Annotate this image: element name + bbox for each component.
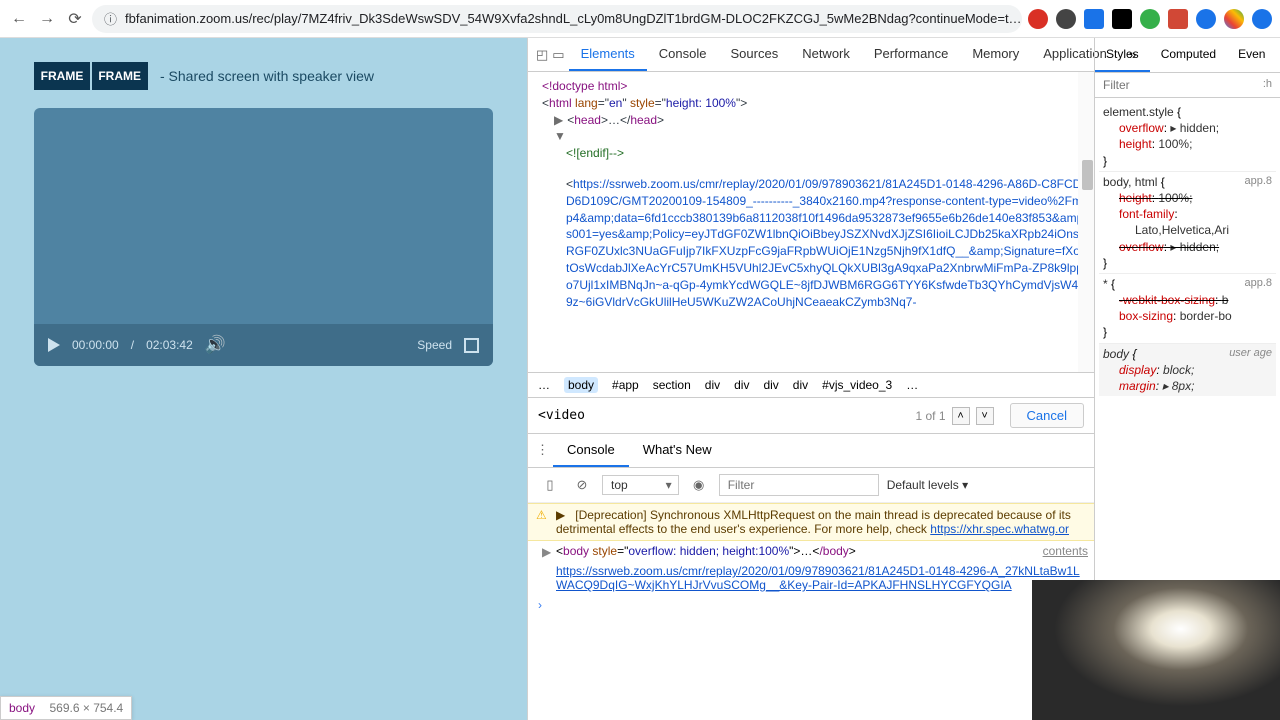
logo-part-1: FRAME <box>34 62 90 90</box>
expand-icon[interactable]: ▶ <box>556 508 565 522</box>
ext-icon-5[interactable] <box>1140 9 1160 29</box>
page-subtitle: - Shared screen with speaker view <box>160 68 374 84</box>
console-row: ▶<body style="overflow: hidden; height:1… <box>528 541 1094 561</box>
live-expr-icon[interactable]: ◉ <box>687 473 711 497</box>
url-bar[interactable]: ⓘ fbfanimation.zoom.us/rec/play/7MZ4friv… <box>92 5 1022 33</box>
tab-whatsnew[interactable]: What's New <box>629 434 726 467</box>
tab-performance[interactable]: Performance <box>862 38 960 71</box>
tab-console-drawer[interactable]: Console <box>553 434 629 467</box>
find-next-icon[interactable]: ˅ <box>976 407 994 425</box>
tab-network[interactable]: Network <box>790 38 862 71</box>
tab-sources[interactable]: Sources <box>719 38 791 71</box>
time-current: 00:00:00 <box>72 338 119 352</box>
ext-icon-6[interactable] <box>1168 9 1188 29</box>
speed-button[interactable]: Speed <box>417 338 452 352</box>
tab-elements[interactable]: Elements <box>569 38 647 71</box>
dom-video-url[interactable]: https://ssrweb.zoom.us/cmr/replay/2020/0… <box>566 177 1088 309</box>
tab-console[interactable]: Console <box>647 38 719 71</box>
hov-button[interactable]: :h <box>1263 78 1272 92</box>
ext-icon-7[interactable] <box>1196 9 1216 29</box>
console-warning: ▶[Deprecation] Synchronous XMLHttpReques… <box>528 503 1094 541</box>
context-select[interactable]: top <box>602 475 679 495</box>
page-content: FRAME FRAME - Shared screen with speaker… <box>0 38 527 720</box>
time-total: 02:03:42 <box>146 338 193 352</box>
breadcrumb[interactable]: … body #app section div div div div #vjs… <box>528 372 1094 398</box>
console-prompt[interactable]: › <box>528 595 1094 615</box>
ext-icon-3[interactable] <box>1084 9 1104 29</box>
play-icon[interactable] <box>48 338 60 352</box>
console-sidebar-icon[interactable]: ▯ <box>538 473 562 497</box>
webcam-overlay <box>1032 580 1280 720</box>
url-text: fbfanimation.zoom.us/rec/play/7MZ4friv_D… <box>125 11 1022 26</box>
ext-icon-4[interactable] <box>1112 9 1132 29</box>
volume-icon[interactable]: 🔊 <box>205 335 226 355</box>
tab-computed[interactable]: Computed <box>1150 38 1227 72</box>
ext-icon-8[interactable] <box>1224 9 1244 29</box>
expand-icon[interactable]: ▼ <box>554 129 570 143</box>
inspect-icon[interactable]: ◰ <box>536 43 548 67</box>
warn-link[interactable]: https://xhr.spec.whatwg.or <box>930 522 1069 536</box>
styles-filter[interactable] <box>1103 78 1203 92</box>
console-filter[interactable] <box>719 474 879 496</box>
logo-part-2: FRAME <box>92 62 148 90</box>
video-player[interactable]: 00:00:00 / 02:03:42 🔊 Speed <box>34 108 493 366</box>
ext-icon-1[interactable] <box>1028 9 1048 29</box>
tab-memory[interactable]: Memory <box>960 38 1031 71</box>
log-levels[interactable]: Default levels ▾ <box>887 478 968 492</box>
find-prev-icon[interactable]: ˄ <box>952 407 970 425</box>
ext-icon-9[interactable] <box>1252 9 1272 29</box>
console-row: https://ssrweb.zoom.us/cmr/replay/2020/0… <box>528 561 1094 595</box>
back-icon[interactable]: ← <box>8 8 30 30</box>
find-count: 1 of 1 <box>916 409 946 423</box>
forward-icon[interactable]: → <box>36 8 58 30</box>
find-bar: 1 of 1 ˄ ˅ Cancel <box>528 398 1094 434</box>
scrollbar[interactable] <box>1078 72 1094 372</box>
tab-styles[interactable]: Styles <box>1095 38 1150 72</box>
console-log: ▶[Deprecation] Synchronous XMLHttpReques… <box>528 503 1094 720</box>
fullscreen-icon[interactable] <box>464 338 479 353</box>
expand-icon[interactable]: ▶ <box>554 113 567 127</box>
site-info-icon[interactable]: ⓘ <box>104 9 117 28</box>
clear-console-icon[interactable]: ⊘ <box>570 473 594 497</box>
dom-tree[interactable]: <!doctype html> <html lang="en" style="h… <box>528 72 1094 372</box>
drawer-menu-icon[interactable]: ⋮ <box>534 434 553 467</box>
expand-icon[interactable]: ▶ <box>542 545 551 559</box>
inspect-tooltip: body 569.6 × 754.4 <box>0 696 132 720</box>
tab-events[interactable]: Even <box>1227 38 1276 72</box>
logo: FRAME FRAME <box>34 62 148 90</box>
reload-icon[interactable]: ⟳ <box>64 8 86 30</box>
ext-icon-2[interactable] <box>1056 9 1076 29</box>
device-icon[interactable]: ▭ <box>552 43 564 67</box>
find-cancel-button[interactable]: Cancel <box>1010 403 1084 428</box>
find-input[interactable] <box>538 408 910 423</box>
